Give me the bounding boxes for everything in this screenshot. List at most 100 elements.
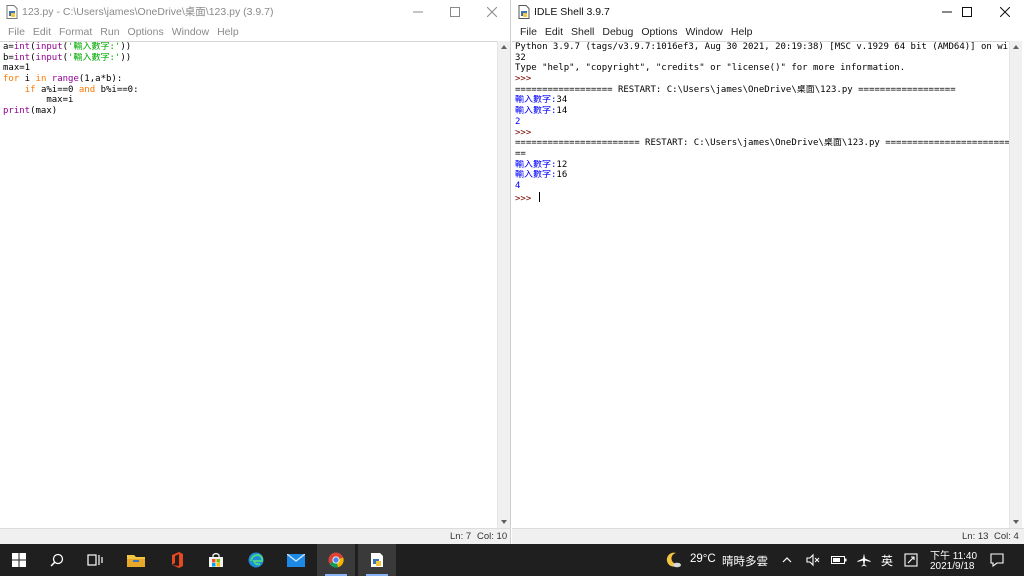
column-number: Col: 4 [994,531,1019,542]
maximize-button[interactable] [437,0,473,24]
editor.code-token [3,85,25,95]
menu-run[interactable]: Run [96,24,123,40]
file-explorer-button[interactable] [117,544,155,576]
column-number: Col: 10 [477,531,508,542]
shell-output-area[interactable]: Python 3.9.7 (tags/v3.9.7:1016ef3, Aug 3… [512,41,1009,528]
shell.lines-token: ======================= RESTART: C:\User… [515,138,1009,149]
editor.code-token: a%i==0 [35,84,79,95]
menu-format[interactable]: Format [55,24,96,40]
menu-file[interactable]: File [4,24,29,40]
shell.lines-line: Type "help", "copyright", "credits" or "… [515,63,1009,74]
editor-scrollbar[interactable] [497,41,510,528]
scroll-up-icon[interactable] [1013,45,1019,49]
editor.code-token: '輸入數字:' [68,52,121,63]
shell.lines-token: 32 [515,52,526,63]
shell.lines-line: 輸入數字:12 [515,160,1009,171]
text-cursor [538,191,540,202]
mail-button[interactable] [277,544,315,576]
ime-language-indicator[interactable]: 英 [881,552,893,569]
menu-shell[interactable]: Shell [567,24,598,40]
editor-titlebar[interactable]: 123.py - C:\Users\james\OneDrive\桌面\123.… [0,0,510,24]
code-text: a=int(input('輸入數字:')) b=int(input('輸入數字:'… [0,42,497,117]
shell.lines-token: Type "help", "copyright", "credits" or "… [515,63,906,74]
editor.code-line: a=int(input('輸入數字:')) [3,42,497,53]
menu-debug[interactable]: Debug [598,24,637,40]
idle-button[interactable] [358,544,396,576]
battery-icon[interactable] [831,554,847,566]
menu-window[interactable]: Window [682,24,727,40]
close-button[interactable] [987,0,1023,24]
shell.lines-token: 輸入數字: [515,106,557,117]
task-view-icon [87,554,103,566]
editor.code-line: if a%i==0 and b%i==0: [3,85,497,96]
airplane-mode-icon[interactable] [857,553,871,567]
taskbar: 29°C 晴時多雲 英 下午 11:40 2021/9/18 [0,544,1024,576]
shell.lines-token: ================== RESTART: C:\Users\jam… [515,84,956,95]
menu-help[interactable]: Help [213,24,243,40]
menu-edit[interactable]: Edit [541,24,567,40]
menu-window[interactable]: Window [168,24,213,40]
shell.lines-token: 34 [556,95,568,106]
start-button[interactable] [0,544,38,576]
edge-button[interactable] [237,544,275,576]
task-view-button[interactable] [76,544,114,576]
shell-statusbar: Ln: 13 Col: 4 [512,528,1024,544]
shell.lines-token: 12 [556,159,568,170]
editor-code-area[interactable]: a=int(input('輸入數字:')) b=int(input('輸入數字:'… [0,41,497,528]
clock-date[interactable]: 2021/9/18 [930,561,975,572]
file-explorer-icon [127,555,145,567]
shell-titlebar[interactable]: IDLE Shell 3.9.7 [512,0,1024,24]
maximize-icon [450,7,460,17]
shell-title: IDLE Shell 3.9.7 [534,6,610,18]
office-icon [172,552,183,568]
shell-scrollbar[interactable] [1009,41,1022,528]
editor.code-token: int [13,42,31,52]
editor.code-token: if [24,84,36,95]
chrome-button[interactable] [317,544,355,576]
shell.lines-token: Python 3.9.7 (tags/v3.9.7:1016ef3, Aug 3… [515,42,1009,52]
scroll-up-icon[interactable] [501,45,507,49]
menu-options[interactable]: Options [124,24,168,40]
minimize-icon [413,11,423,13]
scroll-down-icon[interactable] [501,520,507,524]
shell.lines-token: >>> [515,193,537,203]
scroll-down-icon[interactable] [1013,520,1019,524]
shell.lines-line: 2 [515,117,1009,128]
line-number: Ln: 13 [962,531,989,542]
shell-menubar: File Edit Shell Debug Options Window Hel… [512,24,1024,40]
menu-help[interactable]: Help [727,24,757,40]
minimize-button[interactable] [400,0,436,24]
clock-time[interactable]: 下午 11:40 [930,547,977,562]
notification-icon[interactable] [990,553,1004,567]
search-button[interactable] [38,544,76,576]
shell.lines-token: == [515,148,526,159]
weather-temperature[interactable]: 29°C [690,553,716,565]
chevron-up-icon[interactable] [782,556,792,564]
editor.code-token: max=1 [3,63,31,74]
shell.lines-token: 14 [556,106,568,117]
editor.code-line: max=1 [3,63,497,74]
edge-icon [248,552,264,568]
ime-mode-icon[interactable] [904,553,918,567]
editor.code-token: in [35,74,47,85]
speaker-muted-icon[interactable] [806,553,820,567]
editor.code-line: max=i [3,95,497,106]
menu-options[interactable]: Options [637,24,681,40]
editor.code-token: i [19,74,36,85]
weather-description[interactable]: 晴時多雲 [722,553,768,569]
office-button[interactable] [158,544,196,576]
editor-menubar: File Edit Format Run Options Window Help [0,24,510,40]
idle-icon [371,553,383,567]
maximize-button[interactable] [949,0,985,24]
editor.code-token: for [3,74,20,85]
microsoft-store-button[interactable] [197,544,235,576]
shell.lines-line: 4 [515,181,1009,192]
chrome-icon [328,552,344,568]
menu-file[interactable]: File [516,24,541,40]
editor.code-token: input [35,42,63,52]
shell.lines-token: 輸入數字: [515,170,557,181]
close-button[interactable] [474,0,510,24]
editor.code-token: a= [3,42,14,52]
line-number: Ln: 7 [450,531,472,542]
menu-edit[interactable]: Edit [29,24,55,40]
